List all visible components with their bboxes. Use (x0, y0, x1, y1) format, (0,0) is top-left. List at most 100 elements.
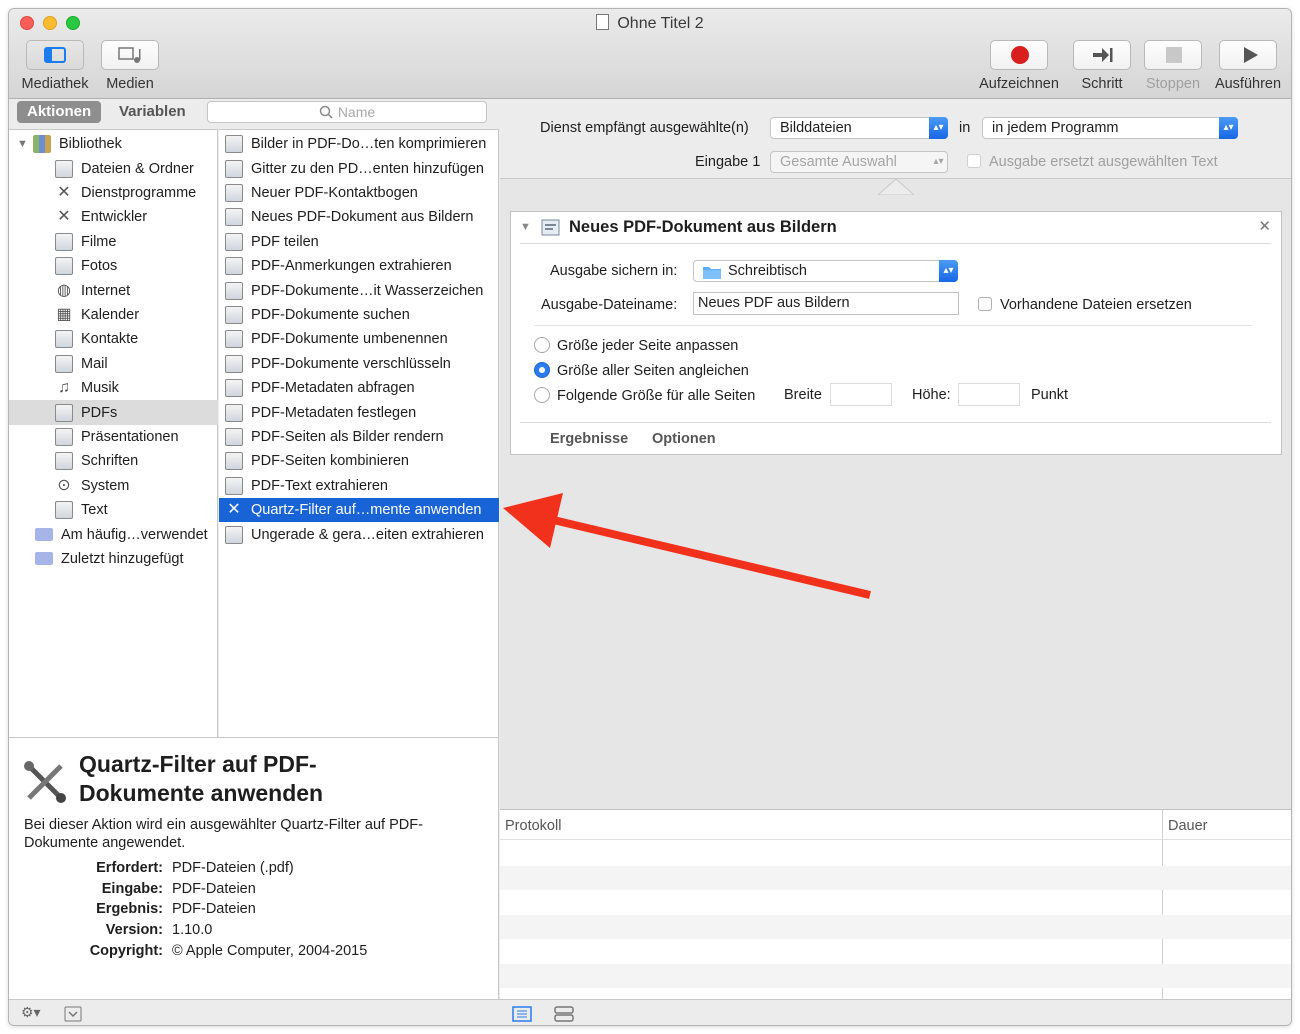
library-item[interactable]: ▦ Kalender (9, 303, 218, 327)
radio-fixed-size-button[interactable] (534, 387, 550, 403)
library-item[interactable]: Mail (9, 352, 218, 376)
application-value: in jedem Programm (992, 120, 1119, 136)
tools-icon (24, 761, 66, 803)
library-item[interactable]: ♫ Musik (9, 376, 218, 400)
description-toggle-icon[interactable] (64, 1006, 82, 1022)
application-popup[interactable]: in jedem Programm ▴▾ (982, 117, 1238, 139)
pdf-action-icon (225, 257, 243, 276)
height-field[interactable] (958, 383, 1020, 406)
action-item[interactable]: Neuer PDF-Kontaktbogen (219, 181, 499, 205)
action-item[interactable]: ✕ Quartz-Filter auf…mente anwenden (219, 498, 499, 523)
action-item[interactable]: Ungerade & gera…eiten extrahieren (219, 522, 499, 546)
smart-folder-item[interactable]: Am häufig…verwendet (9, 522, 218, 546)
replace-existing-checkbox[interactable] (978, 297, 992, 311)
replace-text-checkbox[interactable] (967, 154, 981, 168)
action-item[interactable]: Bilder in PDF-Do…ten komprimieren (219, 132, 499, 156)
library-item-label: Kalender (81, 306, 140, 323)
step-toolbar-item[interactable]: Schritt (1069, 40, 1135, 92)
radio-match-all-pages[interactable]: Größe aller Seiten angleichen (534, 362, 749, 379)
library-toolbar-item[interactable]: Mediathek (19, 40, 91, 92)
action-item[interactable]: PDF-Dokumente umbenennen (219, 327, 499, 351)
action-item[interactable]: PDF-Dokumente suchen (219, 303, 499, 327)
search-placeholder: Name (337, 104, 376, 120)
pdf-action-icon (225, 281, 243, 300)
radio-fixed-size[interactable]: Folgende Größe für alle Seiten (534, 387, 755, 404)
options-tab[interactable]: Optionen (652, 431, 716, 447)
radio-match-all-pages-button[interactable] (534, 362, 550, 378)
height-label: Höhe: (912, 387, 951, 403)
library-item[interactable]: Kontakte (9, 327, 218, 351)
library-item[interactable]: ✕ Entwickler (9, 205, 218, 229)
input-popup[interactable]: Gesamte Auswahl ▴▾ (770, 151, 948, 173)
pdf-action-icon (225, 135, 243, 154)
music-icon: ♫ (58, 379, 70, 397)
filename-field[interactable]: Neues PDF aus Bildern (693, 292, 959, 315)
window-title-area: Ohne Titel 2 (9, 14, 1291, 33)
save-location-popup[interactable]: Schreibtisch ▴▾ (693, 260, 958, 282)
action-item[interactable]: PDF teilen (219, 230, 499, 254)
library-item[interactable]: Präsentationen (9, 425, 218, 449)
disclosure-triangle-icon[interactable]: ▼ (17, 138, 33, 150)
library-item[interactable]: ✕ Dienstprogramme (9, 181, 218, 205)
action-item[interactable]: Gitter zu den PD…enten hinzufügen (219, 156, 499, 180)
search-input[interactable]: Name (207, 101, 487, 123)
run-toolbar-item[interactable]: Ausführen (1211, 40, 1285, 92)
radio-fit-each-page-button[interactable] (534, 337, 550, 353)
description-field: Version: 1.10.0 (9, 922, 213, 938)
media-button[interactable] (101, 40, 159, 70)
close-icon[interactable]: ✕ (1258, 217, 1271, 235)
library-item[interactable]: Text (9, 498, 218, 522)
tab-actions[interactable]: Aktionen (17, 101, 102, 123)
library-item[interactable]: ◍ Internet (9, 278, 218, 302)
library-item[interactable]: Schriften (9, 449, 218, 473)
save-in-label: Ausgabe sichern in: (550, 263, 678, 279)
library-item[interactable]: Dateien & Ordner (9, 156, 218, 180)
action-item[interactable]: PDF-Dokumente…it Wasserzeichen (219, 278, 499, 302)
stop-toolbar-item[interactable]: Stoppen (1141, 40, 1205, 92)
media-toolbar-item[interactable]: Medien (101, 40, 159, 92)
record-button[interactable] (990, 40, 1048, 70)
description-text: Bei dieser Aktion wird ein ausgewählter … (24, 817, 423, 851)
radio-fit-each-page[interactable]: Größe jeder Seite anpassen (534, 337, 738, 354)
action-item-label: Bilder in PDF-Do…ten komprimieren (251, 136, 487, 153)
library-item[interactable]: ⊙ System (9, 474, 218, 498)
tab-variables[interactable]: Variablen (119, 103, 186, 120)
gear-icon[interactable]: ⚙▾ (21, 1004, 41, 1021)
library-toggle-button[interactable] (26, 40, 84, 70)
action-item[interactable]: PDF-Metadaten festlegen (219, 400, 499, 424)
library-item[interactable]: Fotos (9, 254, 218, 278)
action-item[interactable]: Neues PDF-Dokument aus Bildern (219, 205, 499, 229)
description-title: Quartz-Filter auf PDF- Dokumente anwende… (79, 750, 323, 808)
media-icon (118, 47, 141, 63)
replace-existing-option[interactable]: Vorhandene Dateien ersetzen (978, 297, 1192, 313)
log-row (500, 914, 1291, 939)
library-item[interactable]: Filme (9, 230, 218, 254)
library-item[interactable]: PDFs (9, 400, 218, 425)
action-item[interactable]: PDF-Text extrahieren (219, 474, 499, 498)
collapse-triangle-icon[interactable]: ▼ (520, 221, 531, 233)
description-field-value: PDF-Dateien (.pdf) (172, 860, 294, 876)
action-item[interactable]: PDF-Dokumente verschlüsseln (219, 352, 499, 376)
replace-text-option[interactable]: Ausgabe ersetzt ausgewählten Text (967, 154, 1218, 170)
receives-popup[interactable]: Bilddateien ▴▾ (770, 117, 948, 139)
run-button[interactable] (1219, 40, 1277, 70)
description-title-line2: Dokumente anwenden (79, 780, 324, 806)
split-view-icon[interactable] (554, 1006, 574, 1022)
record-toolbar-item[interactable]: Aufzeichnen (975, 40, 1063, 92)
results-tab[interactable]: Ergebnisse (550, 431, 628, 447)
log-column-header[interactable]: Protokoll (505, 818, 561, 834)
list-view-icon[interactable] (512, 1006, 532, 1022)
width-field[interactable] (830, 383, 892, 406)
action-item-label: PDF-Dokumente…it Wasserzeichen (251, 282, 484, 299)
library-item-label: Fotos (81, 258, 118, 275)
smart-folder-item[interactable]: Zuletzt hinzugefügt (9, 547, 218, 571)
step-button[interactable] (1073, 40, 1131, 70)
library-root[interactable]: ▼ Bibliothek (9, 132, 218, 156)
stop-button[interactable] (1144, 40, 1202, 70)
duration-column-header[interactable]: Dauer (1168, 818, 1208, 834)
action-item[interactable]: PDF-Metadaten abfragen (219, 376, 499, 400)
action-item[interactable]: PDF-Seiten als Bilder rendern (219, 425, 499, 449)
action-item[interactable]: PDF-Seiten kombinieren (219, 449, 499, 473)
card-divider (520, 243, 1271, 244)
action-item[interactable]: PDF-Anmerkungen extrahieren (219, 254, 499, 278)
